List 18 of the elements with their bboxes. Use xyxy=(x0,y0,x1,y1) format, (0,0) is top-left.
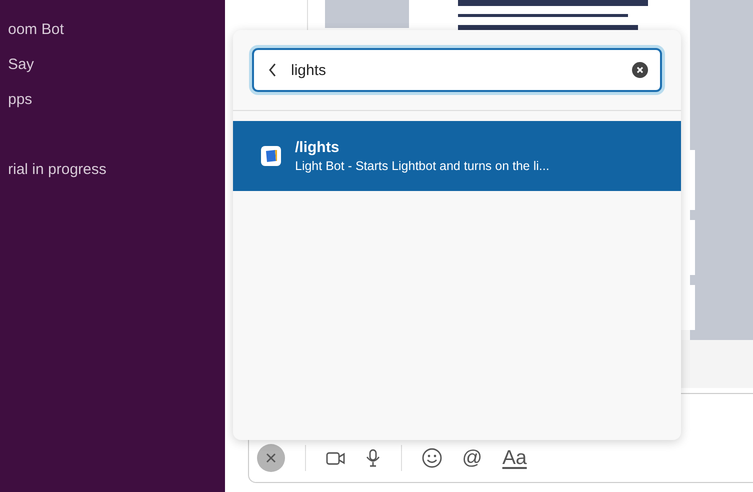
close-button[interactable] xyxy=(257,444,285,472)
command-result[interactable]: /lights Light Bot - Starts Lightbot and turns on the li... xyxy=(233,121,681,191)
clear-icon[interactable] xyxy=(632,62,648,78)
command-search-field[interactable]: lights xyxy=(252,48,662,92)
channel-name[interactable]: oom Bot xyxy=(8,20,225,40)
formatting-button[interactable]: Aa xyxy=(502,446,527,470)
back-icon xyxy=(268,63,277,77)
channel-name[interactable]: Say xyxy=(8,55,225,75)
mention-button[interactable]: @ xyxy=(462,446,482,470)
channel-name[interactable]: pps xyxy=(8,90,225,110)
command-description: Light Bot - Starts Lightbot and turns on the li... xyxy=(295,159,550,173)
command-name: /lights xyxy=(295,139,340,156)
video-icon[interactable] xyxy=(326,450,345,466)
app-icon xyxy=(261,146,281,166)
emoji-icon[interactable] xyxy=(422,448,442,468)
search-input[interactable]: lights xyxy=(291,62,618,78)
channel-name[interactable]: rial in progress xyxy=(8,160,225,180)
microphone-icon[interactable] xyxy=(365,449,381,467)
